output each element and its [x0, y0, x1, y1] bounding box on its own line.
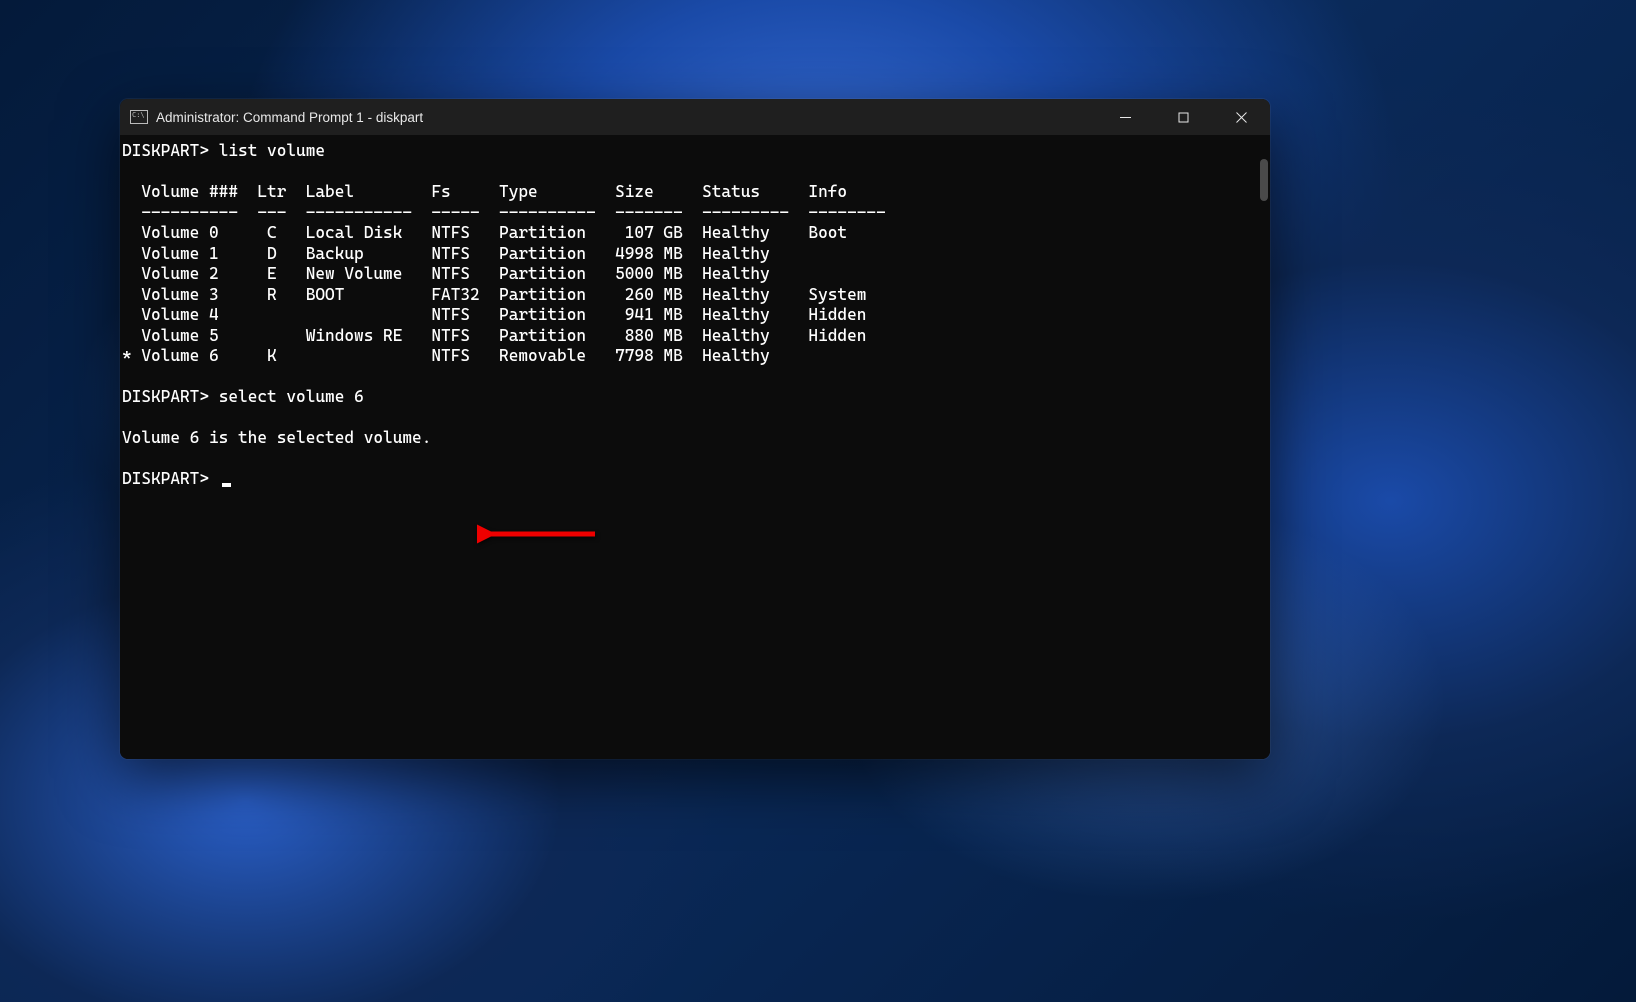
table-header: Volume ### Ltr Label Fs Type Size Status… [122, 182, 847, 201]
maximize-button[interactable] [1154, 99, 1212, 135]
prompt-3: DISKPART> [122, 469, 219, 488]
window-title: Administrator: Command Prompt 1 - diskpa… [156, 110, 423, 125]
table-row: Volume 0 C Local Disk NTFS Partition 107… [122, 223, 847, 242]
maximize-icon [1178, 112, 1189, 123]
table-row: Volume 1 D Backup NTFS Partition 4998 MB… [122, 244, 770, 263]
terminal-text: DISKPART> list volume Volume ### Ltr Lab… [120, 141, 1270, 490]
scrollbar-thumb[interactable] [1260, 159, 1268, 201]
close-icon [1236, 112, 1247, 123]
window-controls [1096, 99, 1270, 135]
table-row: Volume 2 E New Volume NTFS Partition 500… [122, 264, 770, 283]
terminal-output[interactable]: DISKPART> list volume Volume ### Ltr Lab… [120, 135, 1270, 759]
scrollbar-track[interactable] [1256, 135, 1270, 759]
prompt-1: DISKPART> [122, 141, 209, 160]
cursor [222, 483, 231, 487]
table-row: Volume 4 NTFS Partition 941 MB Healthy H… [122, 305, 866, 324]
table-divider: ---------- --- ----------- ----- -------… [122, 203, 886, 222]
minimize-icon [1120, 112, 1131, 123]
prompt-2: DISKPART> [122, 387, 209, 406]
close-button[interactable] [1212, 99, 1270, 135]
cmd-list-volume: list volume [219, 141, 325, 160]
cmd-select-volume: select volume 6 [219, 387, 364, 406]
command-prompt-window: Administrator: Command Prompt 1 - diskpa… [120, 99, 1270, 759]
cmd-icon [130, 110, 148, 124]
titlebar[interactable]: Administrator: Command Prompt 1 - diskpa… [120, 99, 1270, 135]
table-row: Volume 5 Windows RE NTFS Partition 880 M… [122, 326, 866, 345]
table-row: * Volume 6 K NTFS Removable 7798 MB Heal… [122, 346, 770, 365]
table-row: Volume 3 R BOOT FAT32 Partition 260 MB H… [122, 285, 866, 304]
minimize-button[interactable] [1096, 99, 1154, 135]
red-arrow-annotation [477, 523, 607, 547]
response-selected: Volume 6 is the selected volume. [122, 428, 431, 447]
